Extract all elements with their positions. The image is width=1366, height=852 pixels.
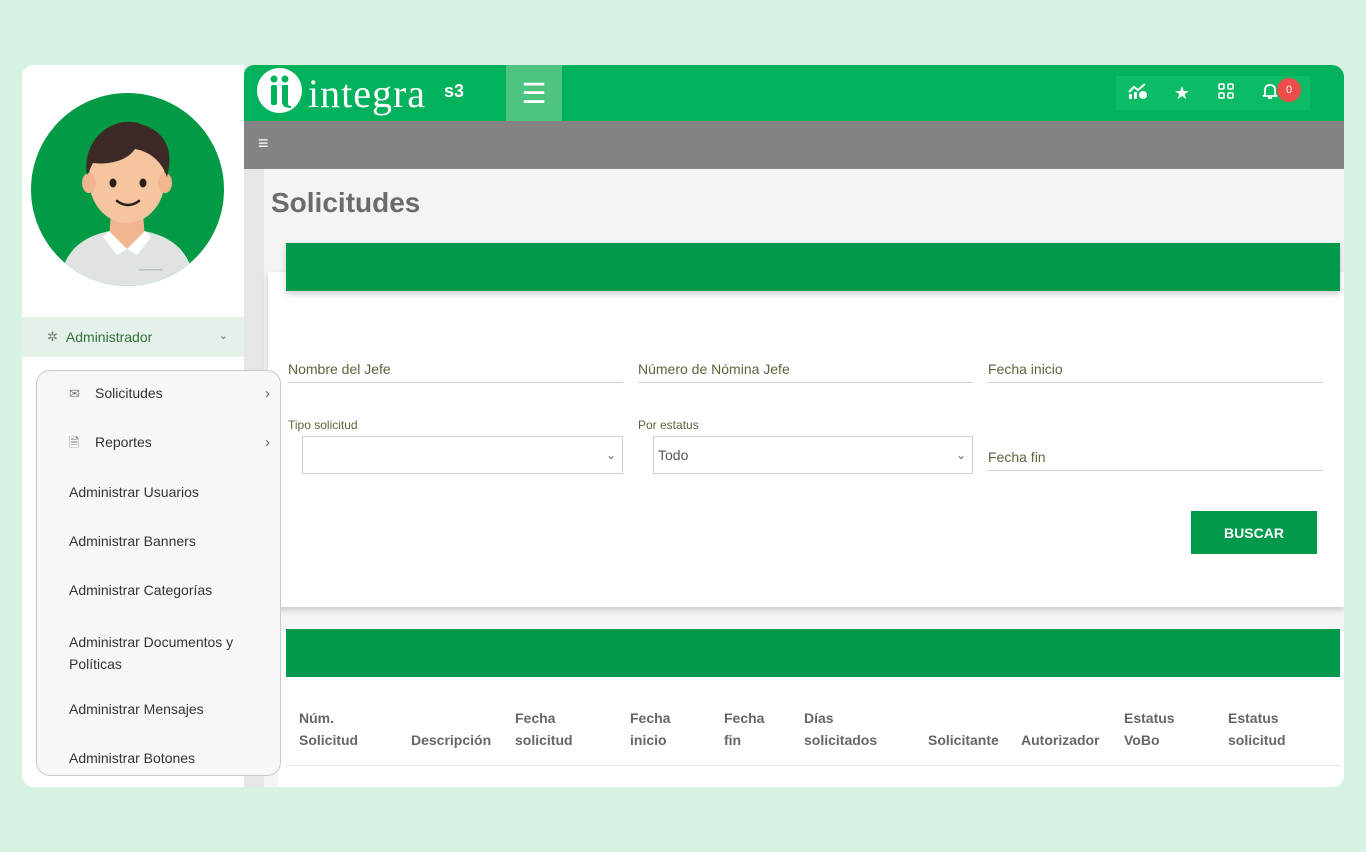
- submenu-item-administrar-botones[interactable]: Administrar Botones: [37, 750, 282, 766]
- document-icon: 🗎: [69, 435, 80, 450]
- stats-chart-icon[interactable]: [1116, 82, 1160, 105]
- submenu-item-label: Administrar Mensajes: [69, 701, 204, 717]
- submenu-item-label: Administrar Categorías: [69, 582, 213, 598]
- secondary-bar: ≡: [244, 121, 1344, 169]
- tipo-solicitud-select[interactable]: ⌄: [302, 436, 623, 474]
- person-illustration-icon: [59, 121, 195, 286]
- envelope-icon: ✉: [69, 386, 80, 401]
- column-header-fecha-fin[interactable]: Fecha fin: [724, 707, 774, 751]
- column-header-fecha-solicitud[interactable]: Fecha solicitud: [515, 707, 585, 751]
- column-header-num-solicitud[interactable]: Núm. Solicitud: [299, 707, 379, 751]
- chevron-down-icon: ⌄: [955, 448, 966, 462]
- jefe-name-field[interactable]: Nombre del Jefe: [288, 361, 623, 383]
- submenu-item-administrar-banners[interactable]: Administrar Banners: [37, 533, 282, 549]
- chevron-down-icon: ⌄: [218, 330, 228, 342]
- administrador-submenu: ✉ Solicitudes › 🗎 Reportes › Administrar U…: [36, 370, 281, 776]
- estatus-select[interactable]: Todo ⌄: [653, 436, 973, 474]
- grid-apps-icon[interactable]: [1204, 82, 1248, 104]
- hamburger-icon[interactable]: ≡: [258, 133, 269, 154]
- table-header-divider: [286, 765, 1340, 766]
- column-header-autorizador[interactable]: Autorizador: [1021, 729, 1111, 751]
- hamburger-icon: ☰: [521, 77, 547, 109]
- submenu-item-label: Solicitudes: [95, 385, 163, 401]
- integra-logo-icon: [257, 68, 302, 113]
- submenu-item-administrar-usuarios[interactable]: Administrar Usuarios: [37, 484, 282, 500]
- field-label: Fecha fin: [988, 449, 1046, 465]
- chevron-right-icon: ›: [265, 434, 270, 451]
- nomina-jefe-field[interactable]: Número de Nómina Jefe: [638, 361, 973, 383]
- sidebar-item-administrador[interactable]: ✲ Administrador ⌄: [22, 317, 244, 357]
- estatus-label: Por estatus: [638, 418, 699, 432]
- select-value: Todo: [658, 447, 689, 463]
- page-title: Solicitudes: [271, 187, 421, 218]
- star-icon[interactable]: ★: [1160, 83, 1204, 104]
- tipo-solicitud-label: Tipo solicitud: [288, 418, 358, 432]
- top-navbar: integra s3 ☰ ★ 0: [244, 65, 1344, 121]
- toolbar-icons: ★ 0: [1116, 76, 1310, 110]
- brand-name: integra: [308, 71, 427, 116]
- submenu-item-administrar-mensajes[interactable]: Administrar Mensajes: [37, 701, 282, 717]
- buscar-button[interactable]: BUSCAR: [1191, 511, 1317, 554]
- column-header-solicitante[interactable]: Solicitante: [928, 729, 1018, 751]
- column-header-dias-solicitados[interactable]: Días solicitados: [804, 707, 894, 751]
- fecha-fin-field[interactable]: Fecha fin: [988, 449, 1323, 471]
- submenu-item-administrar-documentos[interactable]: Administrar Documentos y Políticas: [37, 631, 252, 675]
- chevron-down-icon: ⌄: [605, 448, 616, 462]
- menu-toggle-button[interactable]: ☰: [506, 65, 562, 121]
- column-header-fecha-inicio[interactable]: Fecha inicio: [630, 707, 680, 751]
- submenu-item-label: Administrar Botones: [69, 750, 196, 766]
- field-label: Número de Nómina Jefe: [638, 361, 790, 377]
- gear-icon: ✲: [47, 329, 58, 344]
- chevron-right-icon: ›: [265, 385, 270, 402]
- column-header-estatus-solicitud[interactable]: Estatus solicitud: [1228, 707, 1298, 751]
- user-avatar[interactable]: [31, 93, 224, 286]
- notification-badge: 0: [1277, 78, 1301, 102]
- sidebar-item-label: Administrador: [65, 329, 153, 345]
- submenu-item-label: Administrar Usuarios: [69, 484, 199, 500]
- submenu-item-label: Administrar Banners: [69, 533, 196, 549]
- submenu-item-administrar-categorias[interactable]: Administrar Categorías: [37, 582, 282, 598]
- filter-card-header: [286, 243, 1340, 291]
- field-label: Nombre del Jefe: [288, 361, 391, 377]
- fecha-inicio-field[interactable]: Fecha inicio: [988, 361, 1323, 383]
- column-header-descripcion[interactable]: Descripción: [411, 729, 501, 751]
- brand-suffix: s3: [444, 81, 465, 101]
- column-header-estatus-vobo[interactable]: Estatus VoBo: [1124, 707, 1184, 751]
- submenu-item-label: Reportes: [95, 434, 152, 450]
- submenu-item-label: Administrar Documentos y Políticas: [69, 634, 234, 672]
- field-label: Fecha inicio: [988, 361, 1063, 377]
- results-card-header: [286, 629, 1340, 677]
